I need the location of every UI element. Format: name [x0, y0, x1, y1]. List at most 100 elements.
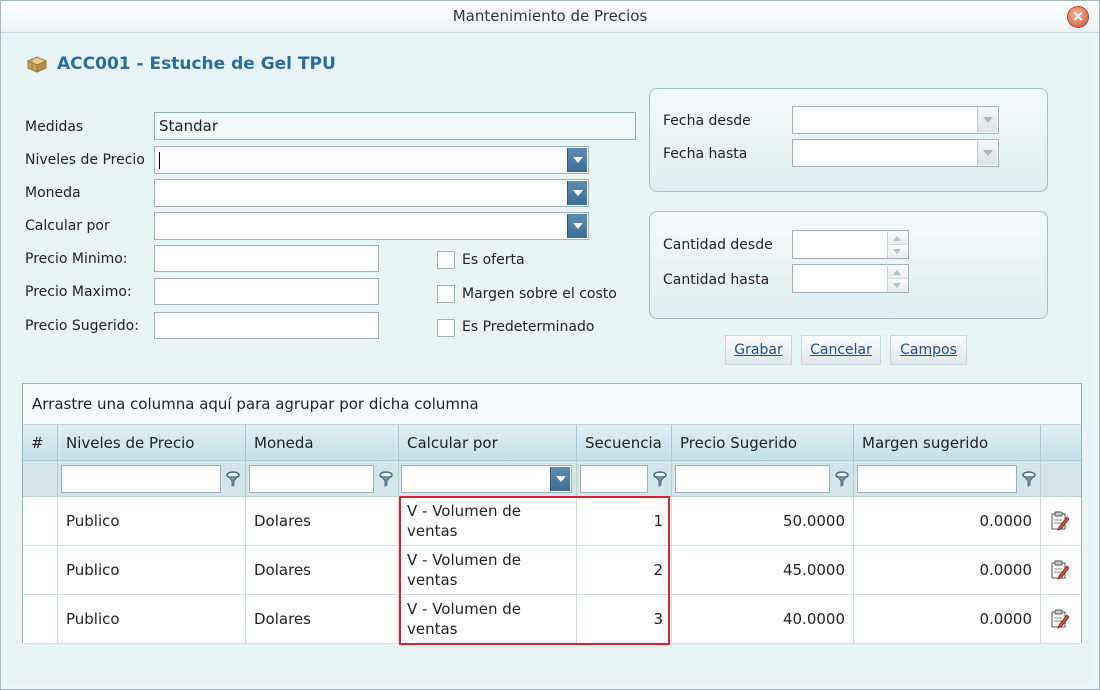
chevron-down-icon[interactable]	[977, 108, 997, 132]
price-maintenance-window: Mantenimiento de Precios × ACC001 - Estu…	[0, 0, 1100, 690]
filter-icon[interactable]	[379, 471, 393, 487]
table-row[interactable]: Publico Dolares V - Volumen de ventas 2 …	[23, 546, 1081, 595]
date-range-panel: Fecha desde Fecha hasta	[649, 88, 1048, 192]
filter-precio-input[interactable]	[675, 465, 830, 493]
margen-cell: 0.0000	[854, 546, 1041, 594]
column-header-moneda[interactable]: Moneda	[246, 425, 399, 461]
margen-costo-label: Margen sobre el costo	[462, 286, 617, 302]
filter-cell	[58, 461, 246, 497]
close-icon[interactable]: ×	[1067, 6, 1089, 28]
es-predeterminado-label: Es Predeterminado	[462, 319, 595, 335]
content-area: ACC001 - Estuche de Gel TPU Medidas Stan…	[6, 34, 1094, 684]
product-title: ACC001 - Estuche de Gel TPU	[26, 54, 336, 74]
text-cursor	[159, 152, 160, 169]
chevron-up-icon[interactable]	[888, 266, 907, 279]
row-index-cell	[23, 546, 58, 594]
precio-cell: 40.0000	[672, 595, 854, 643]
secuencia-cell: 2	[577, 546, 672, 594]
filter-cell	[399, 461, 577, 497]
precio-cell: 45.0000	[672, 546, 854, 594]
es-oferta-label: Es oferta	[462, 252, 525, 268]
precio-sugerido-label: Precio Sugerido:	[25, 318, 139, 334]
filter-cell	[672, 461, 854, 497]
chevron-down-icon[interactable]	[888, 279, 907, 292]
filter-moneda-input[interactable]	[249, 465, 374, 493]
calcular-dropdown[interactable]	[154, 212, 589, 240]
es-predeterminado-checkbox[interactable]	[437, 319, 455, 337]
precio-maximo-input[interactable]	[154, 278, 379, 305]
column-header-margen[interactable]: Margen sugerido	[854, 425, 1041, 461]
niveles-dropdown[interactable]	[154, 146, 589, 174]
column-header-actions	[1041, 425, 1081, 461]
chevron-down-icon[interactable]	[977, 141, 997, 165]
medidas-field: Standar	[154, 112, 636, 140]
spinner[interactable]	[887, 232, 907, 258]
precio-minimo-input[interactable]	[154, 245, 379, 272]
secuencia-cell: 3	[577, 595, 672, 643]
filter-secuencia-input[interactable]	[580, 465, 648, 493]
moneda-cell: Dolares	[246, 595, 399, 643]
nivel-cell: Publico	[58, 497, 246, 545]
filter-cell	[246, 461, 399, 497]
column-header-calcular[interactable]: Calcular por	[399, 425, 577, 461]
moneda-cell: Dolares	[246, 497, 399, 545]
fecha-hasta-label: Fecha hasta	[663, 146, 748, 162]
filter-icon[interactable]	[1022, 471, 1036, 487]
edit-icon[interactable]	[1050, 609, 1070, 629]
margen-costo-checkbox[interactable]	[437, 285, 455, 303]
campos-button[interactable]: Campos	[890, 335, 967, 365]
cantidad-desde-label: Cantidad desde	[663, 237, 773, 253]
nivel-cell: Publico	[58, 595, 246, 643]
window-title: Mantenimiento de Precios	[452, 7, 648, 25]
cancelar-button[interactable]: Cancelar	[801, 335, 881, 365]
chevron-down-icon[interactable]	[550, 467, 570, 491]
precio-sugerido-input[interactable]	[154, 312, 379, 339]
calcular-cell: V - Volumen de ventas	[399, 497, 577, 545]
column-header-secuencia[interactable]: Secuencia	[577, 425, 672, 461]
filter-row	[23, 461, 1081, 497]
table-row[interactable]: Publico Dolares V - Volumen de ventas 3 …	[23, 595, 1081, 644]
column-header-index[interactable]: #	[23, 425, 58, 461]
es-oferta-checkbox[interactable]	[437, 251, 455, 269]
fecha-desde-label: Fecha desde	[663, 113, 751, 129]
window-titlebar: Mantenimiento de Precios ×	[1, 1, 1099, 33]
filter-calcular-dropdown[interactable]	[401, 465, 572, 493]
column-header-precio[interactable]: Precio Sugerido	[672, 425, 854, 461]
chevron-down-icon[interactable]	[888, 245, 907, 258]
moneda-cell: Dolares	[246, 546, 399, 594]
filter-niveles-input[interactable]	[61, 465, 221, 493]
precio-maximo-label: Precio Maximo:	[25, 284, 132, 300]
chevron-up-icon[interactable]	[888, 232, 907, 245]
box-icon	[26, 55, 48, 73]
calcular-cell: V - Volumen de ventas	[399, 595, 577, 643]
action-cell	[1041, 497, 1081, 545]
cantidad-desde-stepper[interactable]	[792, 230, 909, 259]
chevron-down-icon[interactable]	[567, 214, 587, 238]
filter-margen-input[interactable]	[857, 465, 1017, 493]
column-header-niveles[interactable]: Niveles de Precio	[58, 425, 246, 461]
edit-icon[interactable]	[1050, 511, 1070, 531]
quantity-range-panel: Cantidad desde Cantidad hasta	[649, 211, 1048, 319]
fecha-hasta-picker[interactable]	[792, 139, 999, 167]
precio-cell: 50.0000	[672, 497, 854, 545]
chevron-down-icon[interactable]	[567, 181, 587, 205]
grabar-button[interactable]: Grabar	[725, 335, 792, 365]
row-index-cell	[23, 497, 58, 545]
filter-icon[interactable]	[653, 471, 667, 487]
fecha-desde-picker[interactable]	[792, 106, 999, 134]
calcular-label: Calcular por	[25, 218, 110, 234]
table-row[interactable]: Publico Dolares V - Volumen de ventas 1 …	[23, 497, 1081, 546]
cantidad-hasta-stepper[interactable]	[792, 264, 909, 293]
filter-icon[interactable]	[835, 471, 849, 487]
moneda-dropdown[interactable]	[154, 179, 589, 207]
edit-icon[interactable]	[1050, 560, 1070, 580]
margen-cell: 0.0000	[854, 497, 1041, 545]
filter-cell	[23, 461, 58, 497]
margen-cell: 0.0000	[854, 595, 1041, 643]
niveles-label: Niveles de Precio	[25, 152, 145, 168]
spinner[interactable]	[887, 266, 907, 292]
filter-icon[interactable]	[226, 471, 240, 487]
calcular-cell: V - Volumen de ventas	[399, 546, 577, 594]
chevron-down-icon[interactable]	[567, 148, 587, 172]
group-by-panel[interactable]: Arrastre una columna aquí para agrupar p…	[23, 384, 1081, 425]
